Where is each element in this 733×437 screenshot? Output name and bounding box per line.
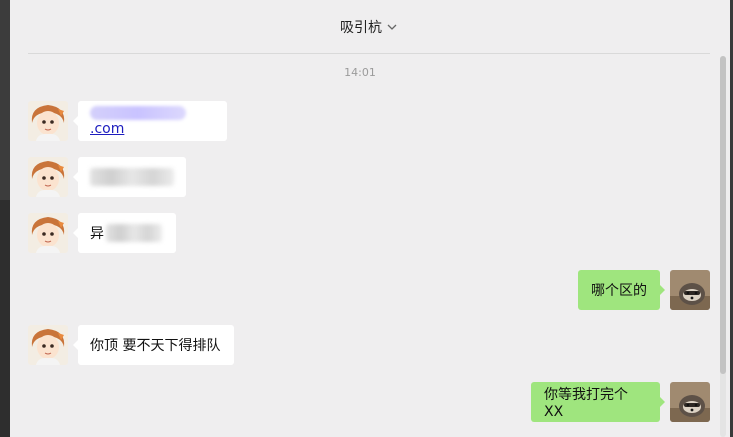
scrollbar-track[interactable] xyxy=(720,56,726,437)
chat-title: 吸引杭 xyxy=(340,19,382,36)
message-bubble[interactable] xyxy=(73,157,186,197)
message-text: 异 xyxy=(90,226,104,242)
message-bubble[interactable]: .com xyxy=(73,101,227,141)
redacted-text xyxy=(90,168,174,186)
contact-avatar[interactable] xyxy=(28,157,68,197)
message-bubble[interactable]: 你等我打完个XX xyxy=(531,382,665,422)
scrollbar-thumb[interactable] xyxy=(720,56,726,374)
message-bubble[interactable]: 异 xyxy=(73,213,176,253)
chevron-down-icon[interactable] xyxy=(386,21,398,33)
contact-avatar[interactable] xyxy=(28,101,68,141)
redacted-text xyxy=(90,106,186,120)
message-text: 你顶 要不天下得排队 xyxy=(90,338,221,354)
message-text: 哪个区的 xyxy=(591,283,647,299)
message-text: 你等我打完个XX xyxy=(544,387,628,420)
chat-window: 吸引杭 14:01 .com 异 哪个区的 你顶 要不天下得排队 你等我打完个X… xyxy=(10,0,730,437)
message-link[interactable]: .com xyxy=(90,105,215,137)
self-avatar[interactable] xyxy=(670,382,710,422)
redacted-text xyxy=(106,224,162,242)
self-avatar[interactable] xyxy=(670,270,710,310)
message-timestamp: 14:01 xyxy=(344,66,376,79)
message-bubble[interactable]: 你顶 要不天下得排队 xyxy=(73,325,234,365)
contact-avatar[interactable] xyxy=(28,213,68,253)
message-bubble[interactable]: 哪个区的 xyxy=(578,270,665,310)
left-panel-edge xyxy=(0,0,10,437)
chat-header[interactable]: 吸引杭 xyxy=(28,0,710,54)
contact-avatar[interactable] xyxy=(28,325,68,365)
